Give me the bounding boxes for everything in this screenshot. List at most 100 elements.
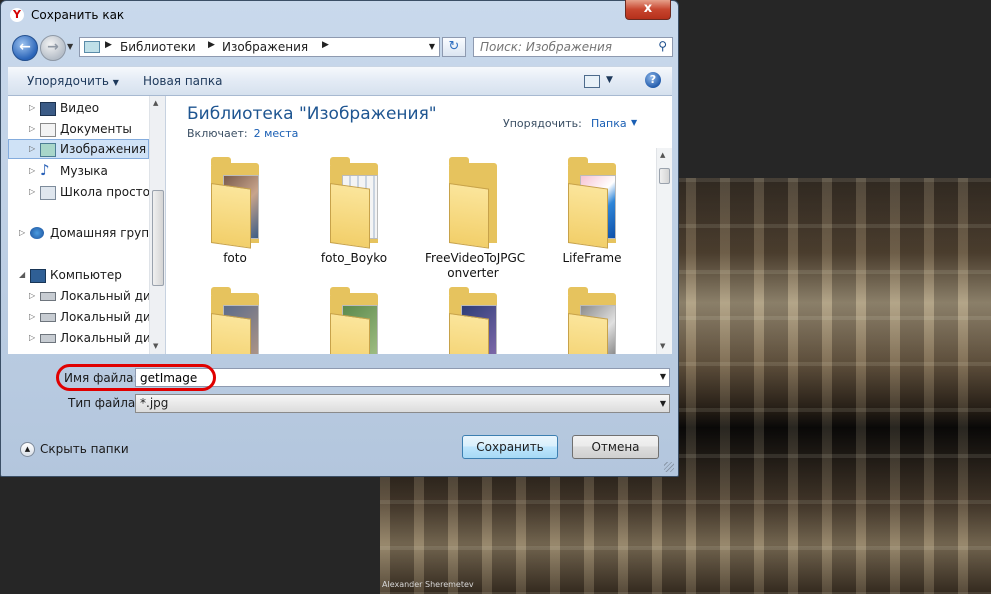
chevron-down-icon[interactable]: ▼	[631, 118, 637, 127]
scroll-down-icon[interactable]: ▼	[660, 342, 665, 350]
nav-item-label: Документы	[60, 122, 132, 136]
library-icon	[84, 41, 100, 53]
nav-item-video[interactable]: ▷ Видео	[8, 98, 149, 118]
disk-icon	[40, 292, 56, 301]
filetype-value: *.jpg	[140, 396, 169, 410]
nav-item-local-disk[interactable]: ▷ Локальный диск	[8, 286, 165, 306]
close-button[interactable]: x	[625, 0, 671, 20]
back-arrow-icon: ←	[19, 39, 31, 55]
nav-item-label: Домашняя группа	[50, 226, 165, 240]
expand-arrow-icon[interactable]: ▷	[29, 286, 35, 306]
nav-item-label: Видео	[60, 101, 100, 115]
address-bar[interactable]: ▶ Библиотеки ▶ Изображения ▶ ▼	[79, 37, 440, 57]
folder-item[interactable]	[425, 283, 521, 354]
folder-item[interactable]: FreeVideoToJPGC onverter	[425, 153, 525, 280]
scroll-thumb[interactable]	[152, 190, 164, 286]
collapse-arrow-icon[interactable]: ◢	[19, 265, 25, 285]
resize-grip[interactable]	[664, 462, 674, 472]
includes-label: Включает:	[187, 127, 248, 140]
search-icon[interactable]: ⚲	[658, 39, 667, 53]
expand-arrow-icon[interactable]: ▷	[29, 140, 35, 158]
expand-arrow-icon[interactable]: ▷	[29, 182, 35, 202]
breadcrumb-separator-icon[interactable]: ▶	[105, 40, 112, 50]
computer-icon	[30, 269, 46, 283]
nav-item-local-disk[interactable]: ▷ Локальный диск	[8, 307, 165, 327]
view-mode-icon[interactable]	[584, 75, 600, 88]
nav-item-label: Компьютер	[50, 268, 122, 282]
expand-arrow-icon[interactable]: ▷	[19, 223, 25, 243]
refresh-icon: ↻	[448, 39, 460, 54]
video-icon	[40, 102, 56, 116]
forward-arrow-icon: →	[47, 39, 59, 55]
nav-item-local-disk[interactable]: ▷ Локальный диск	[8, 328, 165, 348]
expand-arrow-icon[interactable]: ▷	[29, 161, 35, 181]
expand-arrow-icon[interactable]: ▷	[29, 328, 35, 348]
folder-item[interactable]	[187, 283, 283, 354]
breadcrumb-separator-icon[interactable]: ▶	[208, 40, 215, 50]
nav-item-school[interactable]: ▷ Школа просто	[8, 182, 150, 202]
navigation-pane: ▷ Видео ▷ Документы ▷ Изображения ▷ ♪ Му…	[8, 96, 166, 354]
nav-item-music[interactable]: ▷ ♪ Музыка	[8, 161, 149, 181]
collapse-up-icon: ▲	[20, 442, 35, 457]
nav-item-computer[interactable]: ◢ Компьютер	[8, 265, 149, 285]
arrange-by-label: Упорядочить:	[503, 117, 582, 130]
content-scrollbar[interactable]: ▲ ▼	[656, 148, 672, 354]
folder-item[interactable]	[544, 283, 640, 354]
organize-button[interactable]: Упорядочить ▼	[27, 74, 119, 88]
expand-arrow-icon[interactable]: ▷	[29, 98, 35, 118]
expand-arrow-icon[interactable]: ▷	[29, 307, 35, 327]
title-bar[interactable]: Y Сохранить как x	[1, 0, 678, 31]
folder-item[interactable]	[306, 283, 402, 354]
folder-item[interactable]: foto_Boyko	[306, 153, 402, 278]
breadcrumb-libraries[interactable]: Библиотеки	[120, 40, 196, 54]
disk-icon	[40, 334, 56, 343]
hide-folders-label: Скрыть папки	[40, 442, 129, 456]
filename-dropdown-icon[interactable]: ▼	[660, 372, 666, 381]
includes-locations-link[interactable]: 2 места	[254, 127, 299, 140]
window-title: Сохранить как	[31, 8, 125, 22]
scroll-up-icon[interactable]: ▲	[660, 151, 665, 159]
organize-label: Упорядочить	[27, 74, 109, 88]
nav-item-homegroup[interactable]: ▷ Домашняя группа	[8, 223, 164, 243]
homegroup-icon	[30, 227, 44, 239]
refresh-button[interactable]: ↻	[442, 37, 466, 57]
red-highlight-annotation	[56, 364, 216, 391]
filetype-select[interactable]: *.jpg ▼	[135, 394, 670, 413]
cancel-button[interactable]: Отмена	[572, 435, 659, 459]
folder-item[interactable]: LifeFrame	[544, 153, 640, 278]
nav-scrollbar[interactable]: ▲ ▼	[149, 96, 165, 354]
search-box[interactable]: ⚲	[473, 37, 673, 57]
arrange-by-dropdown[interactable]: Папка	[591, 117, 627, 130]
photo-credit: Alexander Sheremetev	[382, 580, 474, 589]
breadcrumb-pictures[interactable]: Изображения	[222, 40, 308, 54]
search-input[interactable]	[480, 39, 650, 55]
scroll-up-icon[interactable]: ▲	[153, 99, 158, 107]
folder-name: foto	[223, 251, 247, 265]
forward-button[interactable]: →	[40, 35, 66, 61]
help-icon[interactable]: ?	[645, 72, 661, 88]
folder-item[interactable]: foto	[187, 153, 283, 278]
filetype-dropdown-icon[interactable]: ▼	[660, 395, 666, 412]
breadcrumb-separator-icon[interactable]: ▶	[322, 40, 329, 50]
yandex-browser-icon: Y	[10, 8, 24, 22]
new-folder-button[interactable]: Новая папка	[143, 74, 222, 88]
pictures-icon	[40, 143, 56, 157]
expand-arrow-icon[interactable]: ▷	[29, 119, 35, 139]
back-button[interactable]: ←	[12, 35, 38, 61]
scroll-thumb[interactable]	[659, 168, 670, 184]
save-as-dialog: Y Сохранить как x ← → ▼ ▶ Библиотеки ▶ И…	[0, 0, 679, 477]
chevron-down-icon: ▼	[112, 78, 119, 87]
recent-locations-dropdown-icon[interactable]: ▼	[67, 42, 73, 51]
scroll-down-icon[interactable]: ▼	[153, 342, 158, 350]
nav-item-pictures[interactable]: ▷ Изображения	[8, 139, 149, 159]
hide-folders-button[interactable]: ▲ Скрыть папки	[20, 442, 129, 457]
save-button[interactable]: Сохранить	[462, 435, 558, 459]
nav-item-label: Школа просто	[60, 185, 150, 199]
library-title: Библиотека "Изображения"	[187, 104, 437, 124]
address-dropdown-icon[interactable]: ▼	[429, 42, 435, 51]
command-bar: Упорядочить ▼ Новая папка ▼ ?	[8, 66, 672, 96]
folder-name: foto_Boyko	[320, 251, 388, 265]
nav-item-documents[interactable]: ▷ Документы	[8, 119, 149, 139]
view-dropdown-icon[interactable]: ▼	[606, 75, 613, 85]
library-icon	[40, 186, 56, 200]
